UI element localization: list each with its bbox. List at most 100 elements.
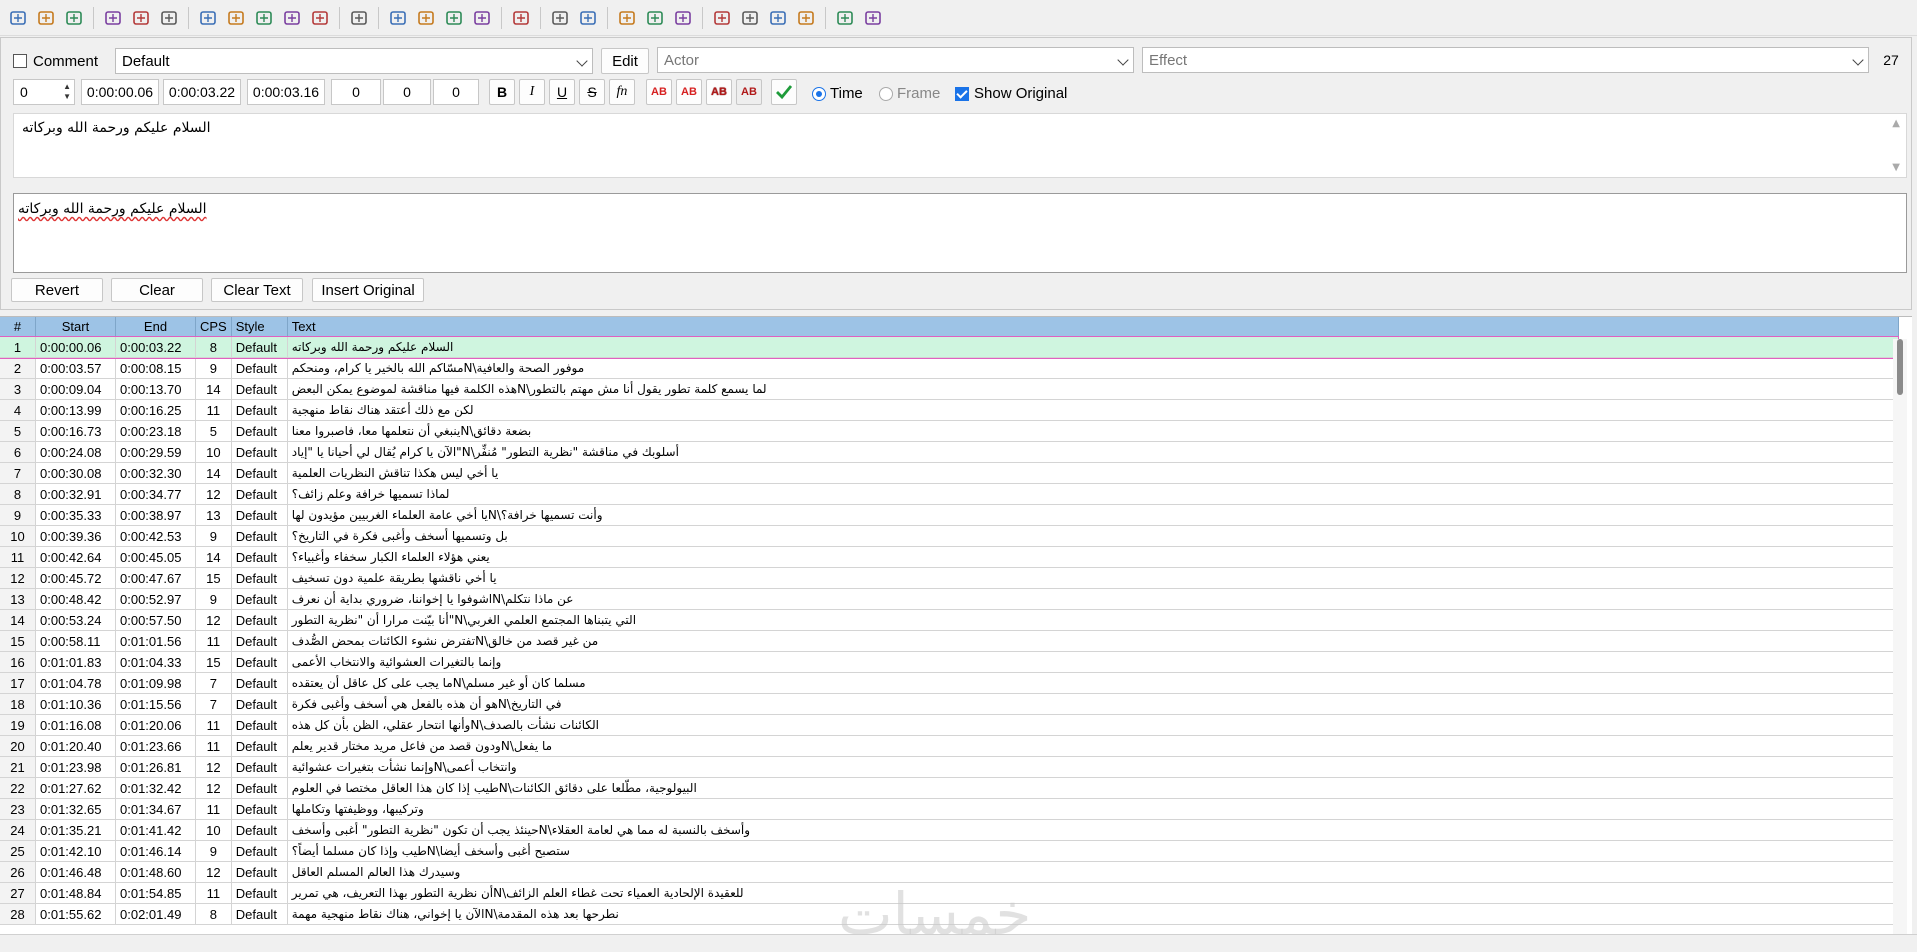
fonts-collector-icon[interactable] [510, 7, 532, 29]
automation-icon[interactable] [795, 7, 817, 29]
column-header-cps[interactable]: CPS [195, 317, 232, 337]
time-radio-dot[interactable] [812, 86, 826, 101]
jump-to-icon[interactable] [102, 7, 124, 29]
actor-combo[interactable]: Actor [657, 47, 1134, 73]
frame-radio-dot[interactable] [879, 86, 893, 101]
subtitle-text-editor[interactable]: السلام عليكم ورحمة الله وبركاته [13, 193, 1907, 273]
save-icon[interactable] [63, 7, 85, 29]
subtitle-text: السلام عليكم ورحمة الله وبركاته [287, 336, 1899, 358]
grid-icon[interactable] [387, 7, 409, 29]
table-row[interactable]: 11 0:00:42.64 0:00:45.05 14 Default يعني هؤلا… [0, 546, 1899, 568]
column-header-number[interactable]: # [0, 317, 36, 337]
grid-scrollbar[interactable] [1893, 339, 1907, 934]
resample-icon[interactable] [577, 7, 599, 29]
show-original-checkbox[interactable] [955, 86, 969, 101]
snap-end-icon[interactable] [225, 7, 247, 29]
keyframes-icon[interactable] [415, 7, 437, 29]
table-row[interactable]: 22 0:01:27.62 0:01:32.42 12 Default البيولوجي… [0, 777, 1899, 799]
zoom-out-icon[interactable] [158, 7, 180, 29]
column-header-text[interactable]: Text [287, 317, 1899, 337]
table-row[interactable]: 10 0:00:39.36 0:00:42.53 9 Default بل وتسميها… [0, 525, 1899, 547]
scroll-down-icon[interactable]: ▼ [1892, 162, 1900, 173]
video-zoom-icon[interactable] [253, 7, 275, 29]
select-lines-icon[interactable] [739, 7, 761, 29]
comment-checkbox[interactable] [13, 54, 27, 68]
duration-field[interactable]: 0:00:03.16 [247, 79, 325, 105]
table-row[interactable]: 24 0:01:35.21 0:01:41.42 10 Default وأسخف بال… [0, 819, 1899, 841]
revert-button[interactable]: Revert [11, 278, 103, 302]
video-fit-icon[interactable] [281, 7, 303, 29]
font-button[interactable]: fn [609, 79, 635, 105]
frame-radio[interactable]: Frame [879, 85, 940, 102]
layer-spinner[interactable]: 0 ▲ ▼ [13, 79, 75, 105]
video-full-icon[interactable] [309, 7, 331, 29]
insert-original-button[interactable]: Insert Original [312, 278, 424, 302]
styles-manager-icon[interactable] [443, 7, 465, 29]
table-row[interactable]: 4 0:00:13.99 0:00:16.25 11 Default لكن مع ذلك… [0, 399, 1899, 421]
table-row[interactable]: 7 0:00:30.08 0:00:32.30 14 Default يا أخي ليس… [0, 462, 1899, 484]
effect-combo[interactable]: Effect [1142, 47, 1869, 73]
end-time-field[interactable]: 0:00:03.22 [163, 79, 241, 105]
comment-toggle[interactable]: Comment [13, 48, 98, 74]
new-file-icon[interactable] [7, 7, 29, 29]
outline-color-button[interactable]: AB [706, 79, 732, 105]
margin-right-field[interactable]: 0 [383, 79, 431, 105]
bold-button[interactable]: B [489, 79, 515, 105]
spell-check-icon[interactable] [767, 7, 789, 29]
table-row[interactable]: 19 0:01:16.08 0:01:20.06 11 Default الكائنات … [0, 714, 1899, 736]
margin-left-field[interactable]: 0 [331, 79, 381, 105]
table-row[interactable]: 12 0:00:45.72 0:00:47.67 15 Default يا أخي نا… [0, 567, 1899, 589]
table-row[interactable]: 20 0:01:20.40 0:01:23.66 11 Default ما يفعل\N… [0, 735, 1899, 757]
table-row[interactable]: 8 0:00:32.91 0:00:34.77 12 Default لماذا تسمي… [0, 483, 1899, 505]
clear-text-button[interactable]: Clear Text [211, 278, 303, 302]
snap-start-icon[interactable] [197, 7, 219, 29]
spinner-arrows-icon[interactable]: ▲ ▼ [63, 82, 71, 102]
attachments-icon[interactable] [471, 7, 493, 29]
open-folder-icon[interactable] [35, 7, 57, 29]
table-row[interactable]: 3 0:00:09.04 0:00:13.70 14 Default لما يسمع ك… [0, 378, 1899, 400]
table-row[interactable]: 9 0:00:35.33 0:00:38.97 13 Default وأنت تسميه… [0, 504, 1899, 526]
table-row[interactable]: 14 0:00:53.24 0:00:57.50 12 Default التي يتبن… [0, 609, 1899, 631]
table-row[interactable]: 25 0:01:42.10 0:01:46.14 9 Default ستصبح أغبى… [0, 840, 1899, 862]
clock-icon[interactable] [711, 7, 733, 29]
margin-vertical-field[interactable]: 0 [433, 79, 479, 105]
clear-button[interactable]: Clear [111, 278, 203, 302]
timing-postprocessor-icon[interactable] [616, 7, 638, 29]
show-original-toggle[interactable]: Show Original [955, 85, 1067, 102]
table-row[interactable]: 13 0:00:48.42 0:00:52.97 9 Default عن ماذا نت… [0, 588, 1899, 610]
column-header-end[interactable]: End [115, 317, 196, 337]
style-dropdown[interactable]: Default [115, 48, 593, 74]
strikeout-button[interactable]: S [579, 79, 605, 105]
start-time-field[interactable]: 0:00:00.06 [81, 79, 159, 105]
table-row[interactable]: 5 0:00:16.73 0:00:23.18 5 Default بضعة دقائق\… [0, 420, 1899, 442]
commit-button[interactable] [771, 79, 797, 105]
start-time: 0:01:35.21 [35, 819, 116, 841]
video-detach-icon[interactable] [348, 7, 370, 29]
kanji-timer-icon[interactable] [644, 7, 666, 29]
translation-icon[interactable] [549, 7, 571, 29]
table-row[interactable]: 21 0:01:23.98 0:01:26.81 12 Default وانتخاب أ… [0, 756, 1899, 778]
edit-style-button[interactable]: Edit [601, 48, 649, 74]
table-row[interactable]: 16 0:01:01.83 0:01:04.33 15 Default وإنما بال… [0, 651, 1899, 673]
zoom-in-icon[interactable] [130, 7, 152, 29]
table-row[interactable]: 18 0:01:10.36 0:01:15.56 7 Default في التاريخ… [0, 693, 1899, 715]
time-radio[interactable]: Time [812, 85, 863, 102]
table-row[interactable]: 2 0:00:03.57 0:00:08.15 9 Default موفور الصحة… [0, 357, 1899, 379]
italic-button[interactable]: I [519, 79, 545, 105]
secondary-color-button[interactable]: AB [676, 79, 702, 105]
table-row[interactable]: 15 0:00:58.11 0:01:01.56 11 Default من غير قص… [0, 630, 1899, 652]
tools-icon[interactable] [834, 7, 856, 29]
table-row[interactable]: 1 0:00:00.06 0:00:03.22 8 Default السلام عليك… [0, 335, 1900, 359]
underline-button[interactable]: U [549, 79, 575, 105]
column-header-style[interactable]: Style [231, 317, 288, 337]
scroll-up-icon[interactable]: ▲ [1892, 118, 1900, 129]
table-row[interactable]: 17 0:01:04.78 0:01:09.98 7 Default مسلما كان … [0, 672, 1899, 694]
grid-scrollbar-thumb[interactable] [1897, 339, 1903, 395]
table-row[interactable]: 23 0:01:32.65 0:01:34.67 11 Default وتركيبها،… [0, 798, 1899, 820]
primary-color-button[interactable]: AB [646, 79, 672, 105]
column-header-start[interactable]: Start [35, 317, 116, 337]
table-row[interactable]: 6 0:00:24.08 0:00:29.59 10 Default أسلوبك في … [0, 441, 1899, 463]
shadow-color-button[interactable]: AB [736, 79, 762, 105]
options-icon[interactable] [862, 7, 884, 29]
shift-times-icon[interactable] [672, 7, 694, 29]
